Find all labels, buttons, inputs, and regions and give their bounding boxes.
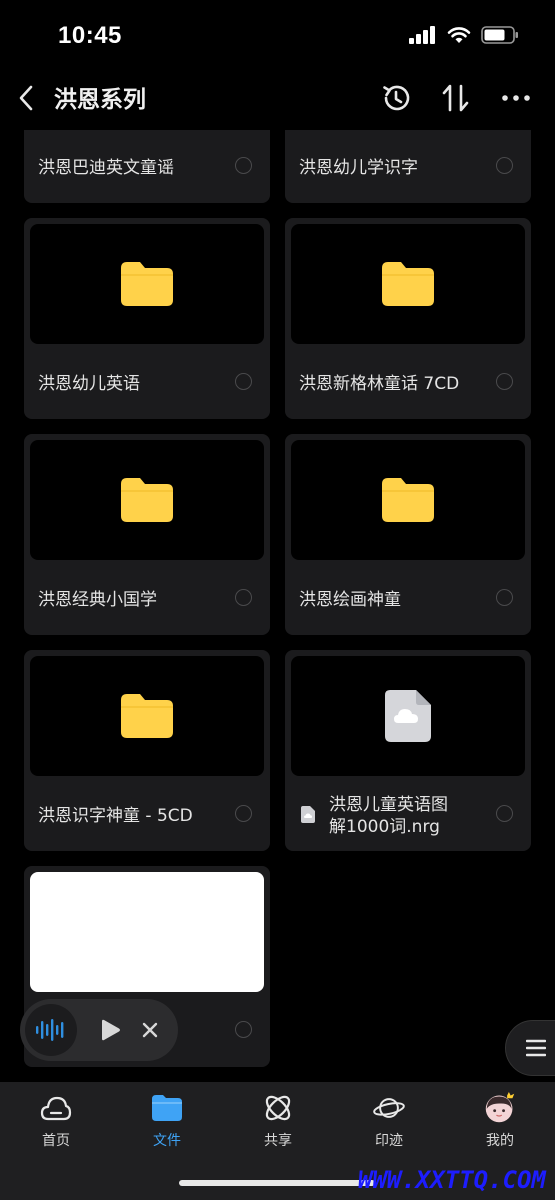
avatar-icon (484, 1092, 516, 1124)
cloud-file-icon (385, 690, 431, 742)
folder-card[interactable]: 洪恩经典小国学 (24, 434, 270, 635)
select-circle[interactable] (235, 1021, 252, 1038)
signal-icon (409, 26, 435, 44)
play-icon (102, 1019, 120, 1041)
select-circle[interactable] (496, 589, 513, 606)
folder-icon (151, 1092, 183, 1124)
file-name: 洪恩识字神童 - 5CD (38, 806, 193, 826)
file-name: 洪恩幼儿学识字 (299, 158, 418, 178)
file-thumbnail (291, 656, 525, 776)
folder-thumbnail (30, 656, 264, 776)
folder-icon (382, 478, 434, 522)
sort-button[interactable] (436, 78, 476, 118)
battery-icon (481, 26, 518, 44)
more-button[interactable] (496, 78, 536, 118)
planet-icon (373, 1092, 405, 1124)
folder-thumbnail (30, 224, 264, 344)
file-name: 洪恩巴迪英文童谣 (38, 158, 174, 178)
file-name: 洪恩幼儿英语 (38, 374, 140, 394)
audio-wave-icon (36, 1019, 64, 1041)
nav-item-traces[interactable]: 印迹 (344, 1092, 434, 1150)
audio-wave-button[interactable] (25, 1004, 77, 1056)
atom-icon (262, 1092, 294, 1124)
select-circle[interactable] (235, 373, 252, 390)
status-bar: 10:45 (0, 0, 555, 70)
floating-menu-button[interactable] (505, 1020, 555, 1076)
folder-thumbnail (30, 440, 264, 560)
header: 洪恩系列 (0, 70, 555, 126)
file-name: 洪恩绘画神童 (299, 590, 401, 610)
close-player-button[interactable] (139, 1019, 161, 1041)
select-circle[interactable] (496, 157, 513, 174)
file-name: 洪恩新格林童话 7CD (299, 374, 460, 394)
nav-label: 共享 (264, 1133, 292, 1149)
folder-thumbnail (291, 440, 525, 560)
file-card[interactable]: 洪恩幼儿学识字 (285, 130, 531, 203)
nav-label: 我的 (486, 1133, 514, 1149)
file-name: 洪恩儿童英语图 解1000词.nrg (329, 794, 479, 838)
page-title: 洪恩系列 (54, 87, 146, 113)
mini-player[interactable] (20, 999, 178, 1061)
nav-item-mine[interactable]: 我的 (455, 1092, 545, 1150)
history-icon (383, 85, 410, 111)
folder-icon (121, 262, 173, 306)
folder-card[interactable]: 洪恩绘画神童 (285, 434, 531, 635)
nav-item-files[interactable]: 文件 (122, 1092, 212, 1150)
folder-card[interactable]: 洪恩识字神童 - 5CD (24, 650, 270, 851)
folder-thumbnail (291, 224, 525, 344)
nav-item-home[interactable]: 首页 (11, 1092, 101, 1150)
nav-label: 印迹 (375, 1133, 403, 1149)
file-card[interactable]: 洪恩儿童英语图 解1000词.nrg (285, 650, 531, 851)
play-button[interactable] (99, 1017, 123, 1043)
home-indicator (179, 1180, 375, 1186)
folder-card[interactable]: 洪恩幼儿英语 (24, 218, 270, 419)
folder-icon (121, 478, 173, 522)
wifi-icon (447, 27, 471, 43)
file-name-line2: 解1000词.nrg (329, 817, 440, 837)
nav-label: 文件 (153, 1133, 181, 1149)
nav-item-share[interactable]: 共享 (233, 1092, 323, 1150)
select-circle[interactable] (235, 589, 252, 606)
select-circle[interactable] (496, 373, 513, 390)
file-name-line1: 洪恩儿童英语图 (329, 795, 448, 815)
back-button[interactable] (8, 78, 44, 118)
file-type-icon (301, 806, 315, 823)
cloud-icon (40, 1092, 72, 1124)
nav-label: 首页 (42, 1133, 70, 1149)
select-circle[interactable] (235, 157, 252, 174)
file-name: 洪恩经典小国学 (38, 590, 157, 610)
folder-icon (382, 262, 434, 306)
file-thumbnail (30, 872, 264, 992)
file-grid: 洪恩巴迪英文童谣 洪恩幼儿学识字 洪恩幼儿英语 洪恩新格林童话 7CD 洪恩经典… (0, 130, 555, 1080)
more-dots-icon (502, 95, 530, 101)
watermark-text: WWW.XXTTQ.COM (358, 1166, 546, 1194)
menu-lines-icon (526, 1039, 546, 1057)
folder-icon (121, 694, 173, 738)
close-icon (142, 1022, 158, 1038)
status-time: 10:45 (58, 22, 122, 49)
sort-icon (442, 84, 469, 112)
status-icons (409, 26, 519, 44)
chevron-left-icon (19, 85, 33, 111)
file-card[interactable]: 洪恩巴迪英文童谣 (24, 130, 270, 203)
history-button[interactable] (376, 78, 416, 118)
select-circle[interactable] (235, 805, 252, 822)
folder-card[interactable]: 洪恩新格林童话 7CD (285, 218, 531, 419)
select-circle[interactable] (496, 805, 513, 822)
